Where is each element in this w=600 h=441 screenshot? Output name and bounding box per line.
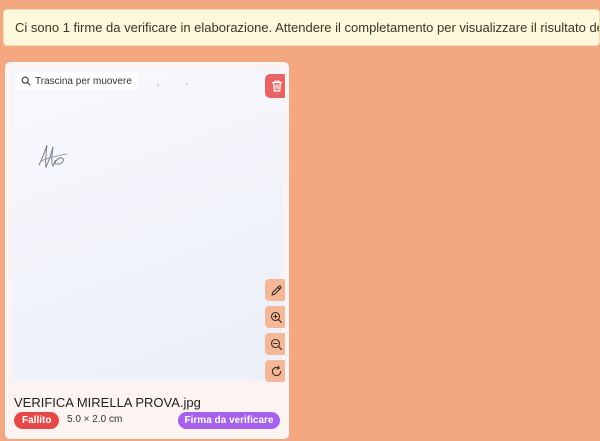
signature-dimensions: 5.0 × 2.0 cm [67, 414, 123, 425]
scan-speck [186, 83, 188, 85]
trash-icon [271, 80, 283, 92]
drag-hint-label: Trascina per muovere [35, 75, 132, 87]
zoom-out-icon [270, 338, 282, 350]
image-viewer[interactable]: Trascina per muovere [11, 68, 285, 382]
drag-hint-chip[interactable]: Trascina per muovere [17, 72, 138, 90]
reset-button[interactable] [265, 360, 285, 382]
delete-button[interactable] [265, 74, 285, 98]
scan-speck [157, 84, 159, 86]
signature-card: Trascina per muovere VERIFICA MIRELLA PR… [4, 61, 290, 440]
document-image[interactable]: Trascina per muovere [14, 71, 282, 379]
zoom-out-button[interactable] [265, 333, 285, 355]
status-badge: Fallito [14, 412, 60, 429]
edit-button[interactable] [265, 279, 285, 301]
signature-scribble [38, 144, 68, 169]
zoom-in-icon [270, 311, 282, 323]
file-name: VERIFICA MIRELLA PROVA.jpg [14, 395, 201, 410]
rotate-icon [271, 365, 281, 376]
search-icon [21, 76, 31, 86]
signature-type-badge: Firma da verificare [178, 412, 280, 429]
info-banner: Ci sono 1 firme da verificare in elabora… [3, 9, 600, 46]
banner-message: Ci sono 1 firme da verificare in elabora… [15, 20, 599, 35]
pencil-icon [270, 284, 282, 296]
zoom-in-button[interactable] [265, 306, 285, 328]
